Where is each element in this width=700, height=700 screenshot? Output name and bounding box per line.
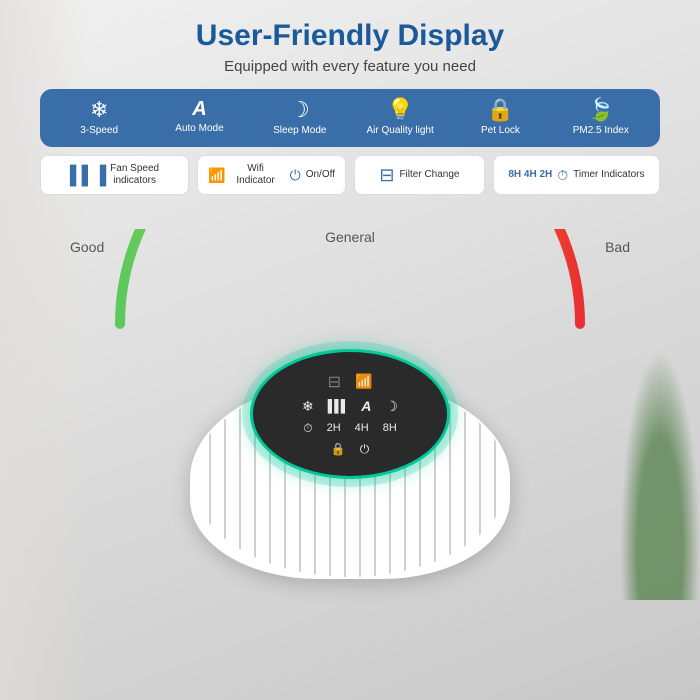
- cp-2h-label: 2H: [327, 422, 341, 434]
- feature-filter-label: Filter Change: [399, 169, 459, 181]
- leaf-icon: 🍃: [587, 99, 614, 121]
- cp-clock-icon: ⏱: [303, 421, 312, 436]
- feature-wifi-onoff: 📶 Wifi Indicator ⏻ On/Off: [197, 155, 346, 195]
- cp-mid-row1: ❄ ▌▌▌ A ☽: [302, 398, 398, 415]
- feature-filter: ⊟ Filter Change: [354, 155, 485, 195]
- auto-icon: A: [192, 99, 206, 119]
- cp-8h-label: 8H: [383, 422, 397, 434]
- arc-bad-label: Bad: [605, 239, 630, 255]
- feature-timer-label: Timer Indicators: [573, 169, 644, 181]
- air-quality-arc: Good General Bad: [40, 209, 660, 329]
- feature-pet-lock-label: Pet Lock: [481, 125, 520, 137]
- feature-air-quality: 💡 Air Quality light: [353, 99, 447, 137]
- feature-auto-mode: A Auto Mode: [152, 99, 246, 137]
- wifi-icon: 📶: [208, 168, 225, 182]
- cp-top-row: ⊟ 📶: [328, 372, 373, 392]
- feature-fan-speed-label: Fan Speedindicators: [110, 163, 159, 187]
- lock-icon: 🔒: [487, 99, 514, 121]
- cp-fan-icon: ❄: [302, 398, 314, 415]
- purifier-section: ⊟ 📶 ❄ ▌▌▌ A ☽ ⏱ 2H 4H 8H: [40, 329, 660, 690]
- bulb-icon: 💡: [386, 99, 413, 121]
- feature-onoff-label: On/Off: [306, 169, 335, 181]
- feature-pet-lock: 🔒 Pet Lock: [453, 99, 547, 137]
- power-icon: ⏻: [290, 168, 301, 182]
- cp-wifi-icon: 📶: [355, 373, 372, 390]
- bars-icon: ▌▌▐: [70, 166, 105, 184]
- filter-icon: ⊟: [379, 166, 394, 184]
- cp-bars-icon: ▌▌▌: [328, 399, 348, 413]
- feature-timer: 8H 4H 2H ⏱ Timer Indicators: [493, 155, 660, 195]
- feature-timer-times: 8H 4H 2H: [508, 169, 552, 181]
- feature-3speed: ❄ 3-Speed: [52, 99, 146, 137]
- feature-pm25: 🍃 PM2.5 Index: [554, 99, 648, 137]
- feature-fan-speed: ▌▌▐ Fan Speedindicators: [40, 155, 189, 195]
- feature-air-quality-label: Air Quality light: [367, 125, 434, 137]
- purifier-device: ⊟ 📶 ❄ ▌▌▌ A ☽ ⏱ 2H 4H 8H: [180, 329, 520, 579]
- cp-bottom-row: 🔒 ⏻: [331, 442, 369, 457]
- moon-icon: ☽: [290, 99, 310, 121]
- feature-3speed-label: 3-Speed: [80, 125, 118, 137]
- cp-power-icon: ⏻: [360, 442, 370, 457]
- feature-auto-label: Auto Mode: [175, 123, 223, 135]
- feature-pm25-label: PM2.5 Index: [573, 125, 629, 137]
- cp-timer-row: ⏱ 2H 4H 8H: [303, 421, 397, 436]
- cp-lock-icon: 🔒: [331, 442, 346, 456]
- page-subtitle: Equipped with every feature you need: [224, 58, 476, 75]
- cp-moon-icon: ☽: [385, 398, 398, 415]
- feature-sleep-mode: ☽ Sleep Mode: [253, 99, 347, 137]
- timer-icon: ⏱: [557, 168, 568, 182]
- main-content: User-Friendly Display Equipped with ever…: [0, 0, 700, 700]
- feature-row-bottom: ▌▌▐ Fan Speedindicators 📶 Wifi Indicator…: [40, 155, 660, 195]
- fan-icon: ❄: [90, 99, 108, 121]
- page-title: User-Friendly Display: [196, 18, 504, 54]
- cp-filter-icon: ⊟: [328, 372, 341, 392]
- cp-auto-icon: A: [361, 398, 371, 414]
- feature-wifi-label: Wifi Indicator: [230, 163, 280, 187]
- feature-sleep-label: Sleep Mode: [273, 125, 326, 137]
- feature-row-top: ❄ 3-Speed A Auto Mode ☽ Sleep Mode 💡 Air…: [40, 89, 660, 147]
- cp-4h-label: 4H: [355, 422, 369, 434]
- arc-svg: [100, 229, 600, 329]
- control-panel: ⊟ 📶 ❄ ▌▌▌ A ☽ ⏱ 2H 4H 8H: [250, 349, 450, 479]
